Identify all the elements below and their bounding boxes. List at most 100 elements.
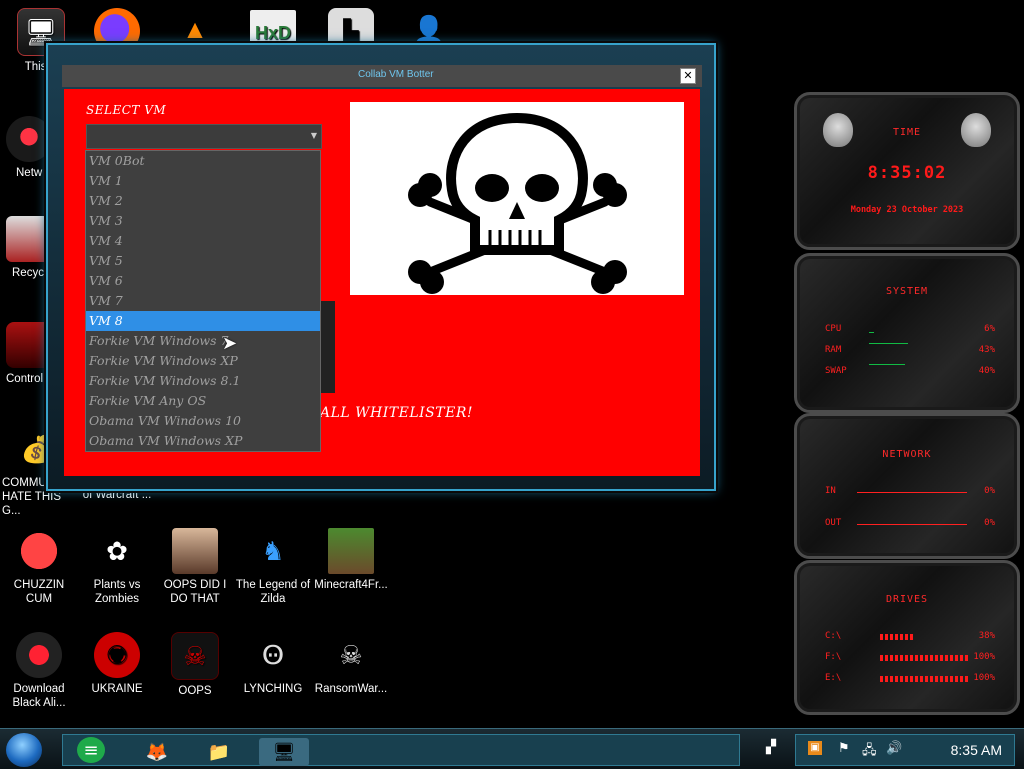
- in-label: IN: [825, 486, 836, 496]
- taskbar-task-area: ≡ 🦊 📁 🖥: [62, 734, 740, 766]
- rope-icon: Ꙫ: [261, 640, 285, 670]
- drive-e-row: E:\ 100%: [825, 673, 995, 683]
- out-graph: [857, 524, 967, 525]
- swap-bar: [869, 364, 905, 365]
- dropdown-option[interactable]: VM 3: [86, 211, 320, 231]
- skull-icon: ☠: [339, 640, 363, 670]
- flag-icon[interactable]: ⚑: [838, 741, 850, 756]
- desktop-icon-oops-did-i[interactable]: OOPS DID I DO THAT: [156, 528, 234, 606]
- system-tray: ▣ ⚑ 🖧 🔊 8:35 AM: [795, 734, 1015, 766]
- radiation-icon: ☢: [94, 632, 140, 678]
- desktop-icon-chuzzin[interactable]: CHUZZIN CUM: [0, 528, 78, 606]
- network-widget-title: NETWORK: [882, 449, 932, 460]
- taskbar-clock[interactable]: 8:35 AM: [951, 742, 1002, 758]
- desktop-icon-minecraft[interactable]: Minecraft4Fr...: [312, 528, 390, 592]
- drive-c-bar: [880, 634, 914, 640]
- cpu-row: CPU 6%: [825, 324, 995, 334]
- skull-image-panel: [350, 102, 684, 295]
- swap-row: SWAP 40%: [825, 366, 995, 376]
- desktop-icon-ukraine[interactable]: ☢ UKRAINE: [78, 632, 156, 696]
- desktop-icon-download-black-alien[interactable]: Download Black Ali...: [0, 632, 78, 710]
- dropdown-option[interactable]: Obama VM Windows XP: [86, 431, 320, 451]
- desktop-icon-oops[interactable]: ☠ OOPS: [156, 632, 234, 698]
- desktop-icon-label: CHUZZIN CUM: [13, 579, 65, 605]
- dropdown-option[interactable]: Forkie VM Windows 7: [86, 331, 320, 351]
- ram-row: RAM 43%: [825, 345, 995, 355]
- whitelist-label: ALL WHITELISTER!: [320, 405, 473, 421]
- drive-c-value: 38%: [978, 631, 995, 641]
- dropdown-option[interactable]: Forkie VM Windows 8.1: [86, 371, 320, 391]
- portrait-icon: [172, 528, 218, 574]
- desktop-icon-legend-of-zilda[interactable]: ♞ The Legend of Zilda: [234, 528, 312, 606]
- desktop-icon-label: Minecraft4Fr...: [314, 579, 388, 591]
- cpu-label: CPU: [825, 324, 842, 334]
- drive-c-label: C:\: [825, 631, 842, 641]
- desktop-icon-ransomware[interactable]: ☠ RansomWar...: [312, 632, 390, 696]
- swap-label: SWAP: [825, 366, 847, 376]
- time-widget: TIME 8:35:02 Monday 23 October 2023: [794, 92, 1020, 250]
- desktop-icon-lynching[interactable]: Ꙫ LYNCHING: [234, 632, 312, 696]
- desktop-icon-label: The Legend of Zilda: [235, 579, 311, 605]
- plants-vs-zombies-icon: ✿: [106, 536, 128, 566]
- drives-widget-title: DRIVES: [885, 594, 929, 605]
- dropdown-option[interactable]: VM 8: [86, 311, 320, 331]
- desktop-icon-label: OOPS: [178, 685, 212, 697]
- volume-icon[interactable]: 🔊: [886, 741, 902, 756]
- drive-e-label: E:\: [825, 673, 842, 683]
- out-value: 0%: [984, 518, 995, 528]
- skull-crossbones-icon: [408, 112, 627, 294]
- dropdown-option[interactable]: Obama VM Windows 10: [86, 411, 320, 431]
- desktop-icon-label: UKRAINE: [91, 683, 143, 695]
- close-button[interactable]: ✕: [680, 68, 696, 84]
- ram-value: 43%: [978, 345, 995, 355]
- dropdown-option[interactable]: VM 4: [86, 231, 320, 251]
- oops-icon: ☠: [171, 632, 219, 680]
- desktop-icon-label: LYNCHING: [243, 683, 303, 695]
- dropdown-option[interactable]: VM 5: [86, 251, 320, 271]
- start-button[interactable]: [6, 733, 42, 767]
- cpu-bar: [869, 332, 874, 333]
- widget-clock-date: Monday 23 October 2023: [850, 205, 964, 215]
- chevron-down-icon: ▼: [310, 131, 317, 140]
- app-icon[interactable]: 🖥: [259, 738, 309, 766]
- dropdown-option[interactable]: VM 6: [86, 271, 320, 291]
- drive-e-bar: [880, 676, 970, 682]
- drives-widget: DRIVES C:\ 38% F:\ 100% E:\ 100%: [794, 560, 1020, 715]
- drive-c-row: C:\ 38%: [825, 631, 995, 641]
- desktop-icon-plants-vs-zombies[interactable]: ✿ Plants vs Zombies: [78, 528, 156, 606]
- desktop-icon-label: RansomWar...: [314, 683, 388, 695]
- alien-icon: [16, 632, 62, 678]
- window-titlebar[interactable]: Collab VM Botter ✕: [62, 65, 702, 87]
- window-title: Collab VM Botter: [358, 69, 434, 80]
- vm-select-dropdown[interactable]: ▼: [86, 124, 322, 149]
- out-label: OUT: [825, 518, 842, 528]
- desktop-icon-label: Plants vs Zombies: [93, 579, 141, 605]
- dropdown-option[interactable]: VM 0Bot: [86, 151, 320, 171]
- network-widget: NETWORK IN 0% OUT 0%: [794, 413, 1020, 559]
- ram-bar: [869, 343, 908, 344]
- ram-label: RAM: [825, 345, 842, 355]
- app-tray-icon[interactable]: ▣: [808, 741, 822, 755]
- dropdown-option[interactable]: VM 7: [86, 291, 320, 311]
- notes-icon[interactable]: ≡: [77, 737, 105, 763]
- desktop-icon-label: Download Black Ali...: [12, 683, 66, 709]
- dropdown-option[interactable]: VM 2: [86, 191, 320, 211]
- system-widget-title: SYSTEM: [885, 286, 929, 297]
- out-row: OUT 0%: [825, 518, 995, 528]
- drive-f-label: F:\: [825, 652, 842, 662]
- dropdown-option[interactable]: Forkie VM Windows XP: [86, 351, 320, 371]
- show-desktop-icon[interactable]: ▞: [766, 740, 776, 755]
- desktop-icon-label: OOPS DID I DO THAT: [163, 579, 227, 605]
- taskbar: ≡ 🦊 📁 🖥 ▞ ▣ ⚑ 🖧 🔊 8:35 AM: [0, 728, 1024, 769]
- drive-f-bar: [880, 655, 970, 661]
- dropdown-option[interactable]: Forkie VM Any OS: [86, 391, 320, 411]
- in-value: 0%: [984, 486, 995, 496]
- mouse-cursor-icon: ➤: [222, 333, 238, 354]
- hidden-button[interactable]: [320, 301, 335, 393]
- firefox-icon[interactable]: 🦊: [139, 738, 175, 766]
- minecraft-icon: [328, 528, 374, 574]
- network-tray-icon[interactable]: 🖧: [862, 741, 877, 763]
- chuzzle-icon: [16, 528, 62, 574]
- dropdown-option[interactable]: VM 1: [86, 171, 320, 191]
- explorer-icon[interactable]: 📁: [201, 738, 237, 766]
